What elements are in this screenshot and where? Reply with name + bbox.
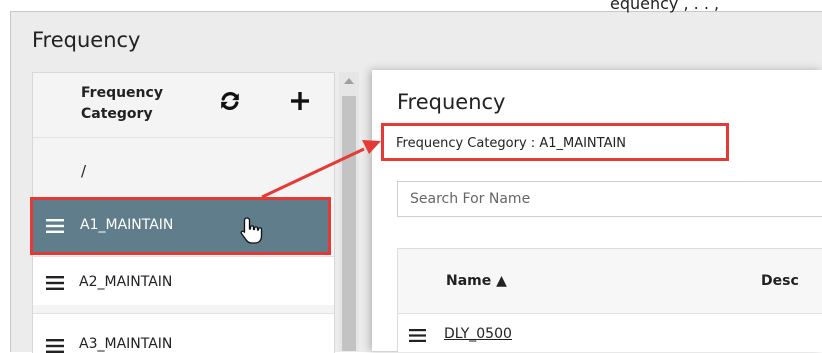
refresh-icon[interactable] <box>219 90 241 112</box>
row-name-link[interactable]: DLY_0500 <box>444 326 512 342</box>
hamburger-icon <box>46 276 64 290</box>
grid-header: Name ▲ Desc <box>398 249 822 314</box>
panel-title: Frequency <box>397 90 506 114</box>
sidebar-header-label: Frequency Category <box>81 85 163 122</box>
frequency-category-label: Frequency Category : A1_MAINTAIN <box>396 136 627 151</box>
sidebar-item-a2-maintain[interactable]: A2_MAINTAIN <box>33 256 334 305</box>
frequency-panel: Frequency Frequency Category : A1_MAINTA… <box>372 70 822 352</box>
scroll-up-icon[interactable] <box>344 78 354 84</box>
sidebar-item-root[interactable]: / <box>33 137 334 202</box>
scrollbar-thumb[interactable] <box>342 96 356 351</box>
frequency-grid: Name ▲ Desc DLY_0500 <box>397 248 822 352</box>
sidebar-item-a3-maintain[interactable]: A3_MAINTAIN <box>33 313 334 353</box>
category-highlight-box: Frequency Category : A1_MAINTAIN <box>381 123 729 161</box>
sidebar-item-label: A2_MAINTAIN <box>79 274 173 290</box>
top-cutoff-text: equency , . . , <box>610 0 720 13</box>
column-header-description[interactable]: Desc <box>761 273 799 289</box>
hamburger-icon <box>46 219 64 233</box>
page-title: Frequency <box>32 28 141 52</box>
sidebar-item-label: A1_MAINTAIN <box>80 217 174 233</box>
search-input[interactable] <box>398 182 822 216</box>
sidebar-item-a1-maintain[interactable]: A1_MAINTAIN <box>30 197 331 255</box>
column-header-name[interactable]: Name ▲ <box>446 273 507 289</box>
search-field[interactable] <box>397 181 822 217</box>
hand-pointer-icon <box>240 217 263 244</box>
sidebar-header: Frequency Category <box>33 73 334 137</box>
plus-icon[interactable] <box>288 89 312 113</box>
table-row[interactable]: DLY_0500 <box>398 314 822 352</box>
sidebar-item-label: A3_MAINTAIN <box>79 336 173 352</box>
sidebar-scrollbar[interactable] <box>339 72 359 351</box>
hamburger-icon[interactable] <box>409 329 426 342</box>
sidebar-item-label: / <box>81 162 87 180</box>
